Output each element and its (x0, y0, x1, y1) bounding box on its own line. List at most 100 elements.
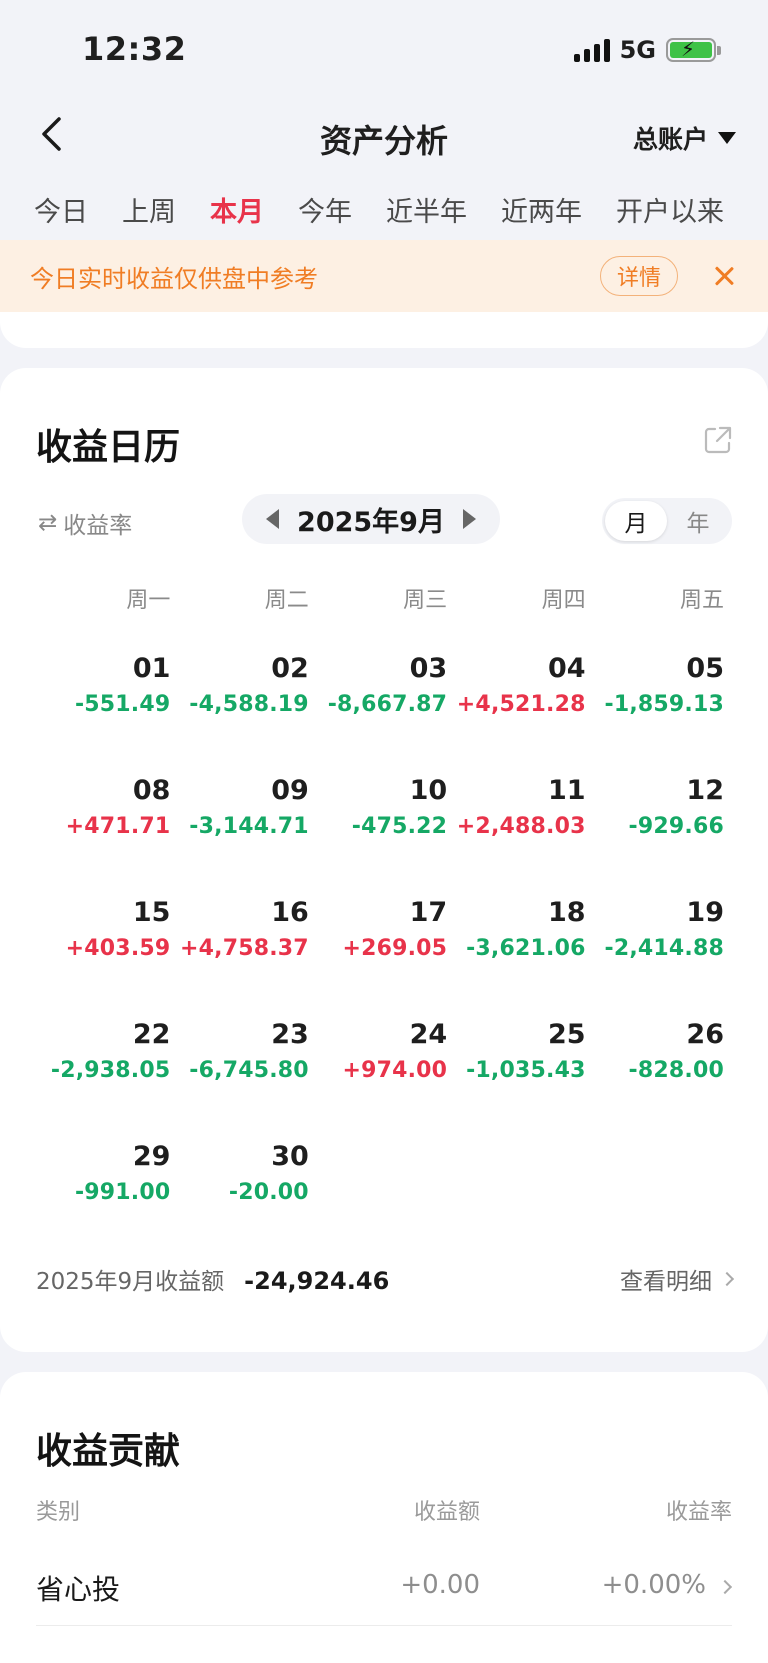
calendar-day[interactable]: 09 -3,144.71 (174, 746, 312, 868)
weekday-label: 周二 (264, 588, 309, 613)
caret-down-icon (718, 132, 736, 144)
day-number: 10 (409, 775, 448, 806)
income-contribution-card: 收益贡献 类别 收益额 收益率 省心投 +0.00 +0.00% (0, 1372, 768, 1663)
day-income-value: +471.71 (65, 814, 171, 839)
chevron-right-icon (717, 1579, 733, 1595)
calendar-day[interactable]: 15 +403.59 (36, 868, 174, 990)
calendar-day[interactable]: 22 -2,938.05 (36, 990, 174, 1112)
calendar-day[interactable]: 11 +2,488.03 (451, 746, 589, 868)
calendar-day[interactable]: 17 +269.05 (313, 868, 451, 990)
notice-detail-button[interactable]: 详情 (599, 256, 678, 296)
tab-period-1[interactable]: 上周 (122, 190, 176, 229)
account-label: 总账户 (632, 125, 708, 154)
day-income-value: +4,521.28 (456, 692, 586, 717)
close-icon[interactable] (710, 262, 738, 290)
weekday-label: 周四 (541, 588, 586, 613)
asset-analysis-page: 12:32 5G ⚡ 资产分析 总账户 今日 上周 本月 今年 近半年 近两年 开户以来 今… (0, 0, 768, 1663)
tab-period-0[interactable]: 今日 (34, 190, 88, 229)
contribution-row[interactable]: 省心投 +0.00 +0.00% (36, 1554, 733, 1626)
calendar-day[interactable]: 23 -6,745.80 (174, 990, 312, 1112)
month-summary: 2025年9月收益额 -24,924.46 (36, 1262, 389, 1296)
swap-icon: ⇄ (38, 510, 58, 536)
weekday-label: 周五 (679, 588, 724, 613)
view-option-year[interactable]: 年 (667, 501, 729, 541)
day-income-value: -2,414.88 (604, 936, 724, 961)
day-number: 17 (409, 897, 448, 928)
summary-value: -24,924.46 (244, 1267, 390, 1295)
network-type: 5G (619, 36, 656, 64)
day-number: 30 (271, 1141, 309, 1172)
day-income-value: -991.00 (74, 1180, 171, 1205)
day-number: 09 (271, 775, 309, 806)
day-income-value: +2,488.03 (456, 814, 586, 839)
period-tabs: 今日 上周 本月 今年 近半年 近两年 开户以来 (0, 178, 768, 240)
day-income-value: +974.00 (342, 1058, 448, 1083)
notice-banner: 今日实时收益仅供盘中参考 详情 (0, 240, 768, 312)
day-number: 18 (548, 897, 586, 928)
row-category: 省心投 (36, 1573, 121, 1606)
day-income-value: -551.49 (74, 692, 171, 717)
calendar-day[interactable]: 25 -1,035.43 (451, 990, 589, 1112)
day-number: 08 (132, 775, 171, 806)
day-income-value: +403.59 (65, 936, 171, 961)
day-income-value: -8,667.87 (327, 692, 448, 717)
view-detail-link[interactable]: 查看明细 (620, 1262, 735, 1296)
account-selector[interactable]: 总账户 (633, 120, 736, 156)
next-month-icon[interactable] (463, 509, 476, 529)
view-toggle: 月 年 (602, 498, 732, 544)
day-income-value: -6,745.80 (189, 1058, 309, 1083)
month-navigator: 2025年9月 (242, 494, 500, 544)
previous-card-edge (0, 312, 768, 348)
calendar-day[interactable]: 03 -8,667.87 (313, 624, 451, 746)
day-number: 23 (271, 1019, 309, 1050)
day-number: 22 (132, 1019, 171, 1050)
weekday-header: 周一 周二 周三 周四 周五 (36, 582, 728, 614)
calendar-day[interactable]: 01 -551.49 (36, 624, 174, 746)
calendar-day[interactable]: 10 -475.22 (313, 746, 451, 868)
calendar-day[interactable]: 05 -1,859.13 (590, 624, 728, 746)
calendar-title: 收益日历 (36, 427, 181, 468)
calendar-day[interactable]: 29 -991.00 (36, 1112, 174, 1234)
tab-period-3[interactable]: 今年 (298, 190, 352, 229)
tab-period-5[interactable]: 近两年 (501, 190, 582, 229)
calendar-day[interactable]: 24 +974.00 (313, 990, 451, 1112)
day-income-value: +4,758.37 (180, 936, 309, 961)
day-income-value: -3,621.06 (466, 936, 586, 961)
day-income-value: -1,035.43 (466, 1058, 586, 1083)
share-icon[interactable] (702, 424, 734, 456)
detail-link-label: 查看明细 (620, 1269, 712, 1295)
calendar-day[interactable]: 02 -4,588.19 (174, 624, 312, 746)
calendar-day[interactable]: 12 -929.66 (590, 746, 728, 868)
calendar-day[interactable]: 08 +471.71 (36, 746, 174, 868)
tab-period-2[interactable]: 本月 (210, 190, 264, 229)
day-number: 25 (548, 1019, 586, 1050)
day-number: 12 (686, 775, 724, 806)
day-number: 02 (271, 653, 309, 684)
day-number: 24 (409, 1019, 448, 1050)
day-number: 03 (409, 653, 448, 684)
day-income-value: -475.22 (351, 814, 448, 839)
day-number: 19 (686, 897, 724, 928)
tab-period-6[interactable]: 开户以来 (616, 190, 724, 229)
month-label: 2025年9月 (297, 506, 445, 538)
status-bar: 12:32 5G ⚡ (0, 0, 768, 100)
summary-label: 2025年9月收益额 (36, 1269, 225, 1295)
calendar-day[interactable]: 26 -828.00 (590, 990, 728, 1112)
calendar-day[interactable]: 30 -20.00 (174, 1112, 312, 1234)
calendar-day[interactable]: 19 -2,414.88 (590, 868, 728, 990)
nav-bar: 资产分析 总账户 (0, 100, 768, 176)
calendar-day[interactable]: 16 +4,758.37 (174, 868, 312, 990)
calendar-day[interactable]: 18 -3,621.06 (451, 868, 589, 990)
calendar-day[interactable]: 04 +4,521.28 (451, 624, 589, 746)
signal-icon (573, 38, 610, 62)
day-number: 26 (686, 1019, 724, 1050)
day-income-value: -4,588.19 (189, 692, 309, 717)
day-income-value: -929.66 (628, 814, 724, 839)
prev-month-icon[interactable] (266, 509, 279, 529)
calendar-grid: 01 -551.49 02 -4,588.19 03 -8,667.87 04 +4,521.… (36, 624, 728, 1234)
tab-period-4[interactable]: 近半年 (386, 190, 467, 229)
view-option-month[interactable]: 月 (605, 501, 667, 541)
rate-toggle-button[interactable]: ⇄ 收益率 (38, 506, 132, 540)
day-number: 15 (132, 897, 171, 928)
day-number: 05 (686, 653, 724, 684)
